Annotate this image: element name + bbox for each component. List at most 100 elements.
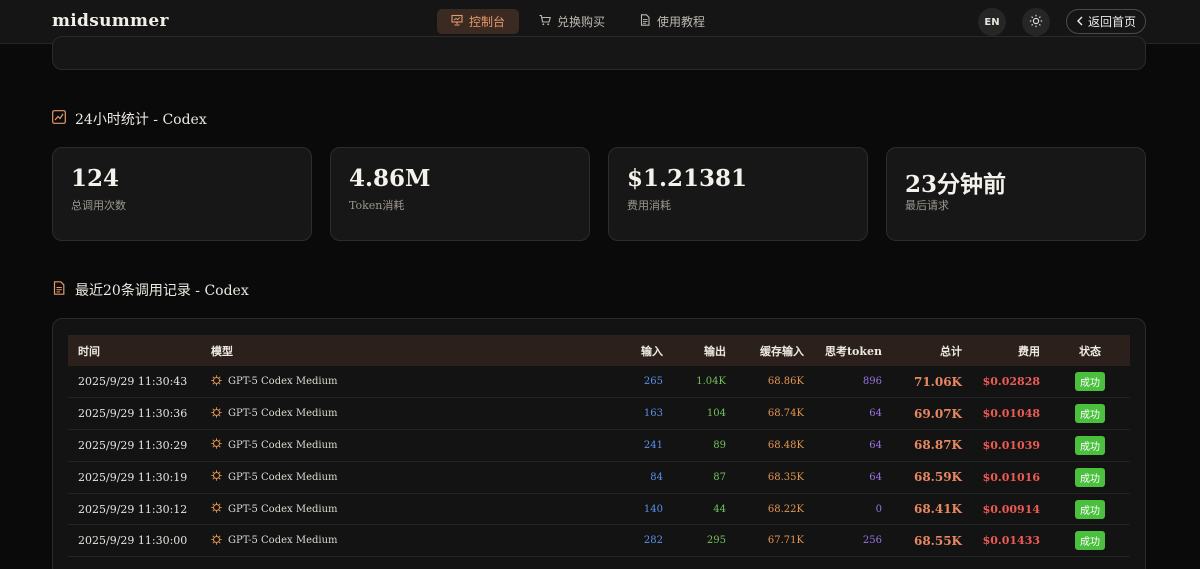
- cell-input: 140: [441, 493, 673, 526]
- stats-title-text: 24小时统计 - Codex: [75, 112, 207, 128]
- sun-icon: [1029, 14, 1043, 31]
- stat-value: 4.86M: [349, 165, 431, 192]
- cell-cost: $0.01039: [972, 429, 1050, 462]
- cell-cache-input: 67.71K: [736, 524, 814, 558]
- cell-input: 241: [441, 429, 673, 462]
- back-home-button[interactable]: 返回首页: [1066, 9, 1146, 34]
- cell-cache-input: 68.22K: [736, 493, 814, 526]
- stat-card-last-request: 23分钟前 最后请求: [886, 147, 1146, 241]
- status-badge: 成功: [1075, 372, 1105, 392]
- cell-cost: $0.01433: [972, 524, 1050, 558]
- status-badge: 成功: [1075, 499, 1105, 519]
- cell-cost: $0.01016: [972, 461, 1050, 494]
- records-section-title: 最近20条调用记录 - Codex: [52, 280, 249, 300]
- cell-model: GPT-5 Codex Medium: [201, 493, 441, 526]
- stat-card-token-usage: 4.86M Token消耗: [330, 147, 590, 241]
- cell-cost: $0.01048: [972, 397, 1050, 431]
- cell-status: 成功: [1050, 397, 1130, 431]
- stat-label: 总调用次数: [71, 199, 126, 212]
- cell-status: 成功: [1050, 493, 1130, 526]
- document-icon: [639, 14, 651, 29]
- cell-model: GPT-5 Codex Medium: [201, 366, 441, 399]
- col-cache-input: 缓存输入: [760, 344, 804, 358]
- col-think-token: 思考token: [824, 344, 882, 358]
- cell-think-token: 256: [814, 524, 892, 558]
- cell-model: GPT-5 Codex Medium: [201, 397, 441, 431]
- nav-tutorial-label: 使用教程: [657, 15, 706, 29]
- table-row[interactable]: 2025/9/29 11:30:43 GPT-5 Codex Medium 265 1…: [68, 366, 1130, 399]
- cell-model: GPT-5 Codex Medium: [201, 429, 441, 462]
- cell-time: 2025/9/29 11:30:29: [68, 429, 201, 462]
- cell-cache-input: 68.86K: [736, 366, 814, 399]
- col-total: 总计: [940, 344, 962, 358]
- model-name: GPT-5 Codex Medium: [228, 535, 338, 547]
- trend-chart-icon: [52, 110, 66, 128]
- sparkle-icon: [211, 534, 222, 548]
- cell-think-token: 0: [814, 493, 892, 526]
- previous-card: [52, 36, 1146, 70]
- cell-model: GPT-5 Codex Medium: [201, 524, 441, 558]
- cell-status: 成功: [1050, 461, 1130, 494]
- cell-input: 282: [441, 524, 673, 558]
- cell-total: 68.41K: [892, 493, 972, 526]
- status-badge: 成功: [1075, 404, 1105, 424]
- cell-time: 2025/9/29 11:30:19: [68, 461, 201, 494]
- cell-time: 2025/9/29 11:30:00: [68, 524, 201, 558]
- cell-output: 295: [673, 524, 736, 558]
- table-row[interactable]: 2025/9/29 11:30:19 GPT-5 Codex Medium 84 87…: [68, 461, 1130, 494]
- cell-think-token: 64: [814, 461, 892, 494]
- status-badge: 成功: [1075, 467, 1105, 487]
- status-badge: 成功: [1075, 435, 1105, 455]
- cell-status: 成功: [1050, 524, 1130, 558]
- cell-input: 84: [441, 461, 673, 494]
- cell-total: 68.55K: [892, 524, 972, 558]
- logo[interactable]: midsummer: [52, 11, 169, 31]
- cell-cost: $0.02828: [972, 366, 1050, 399]
- nav-dashboard[interactable]: 控制台: [437, 9, 520, 34]
- cell-input: 163: [441, 397, 673, 431]
- sparkle-icon: [211, 470, 222, 484]
- cell-total: 68.87K: [892, 429, 972, 462]
- status-badge: 成功: [1075, 531, 1105, 551]
- col-model: 模型: [211, 344, 233, 358]
- cell-status: 成功: [1050, 429, 1130, 462]
- col-status: 状态: [1079, 344, 1101, 358]
- cart-icon: [539, 14, 551, 29]
- table-row[interactable]: 2025/9/29 11:30:12 GPT-5 Codex Medium 140 4…: [68, 493, 1130, 526]
- cell-total: 68.59K: [892, 461, 972, 494]
- stat-label: 费用消耗: [627, 199, 671, 212]
- model-name: GPT-5 Codex Medium: [228, 408, 338, 420]
- cell-output: 44: [673, 493, 736, 526]
- nav-purchase[interactable]: 兑换购买: [525, 9, 619, 34]
- table-row[interactable]: 2025/9/29 11:30:00 GPT-5 Codex Medium 282 2…: [68, 524, 1130, 558]
- stat-value: 23分钟前: [905, 171, 1007, 198]
- cell-cache-input: 68.74K: [736, 397, 814, 431]
- table-row[interactable]: 2025/9/29 11:30:36 GPT-5 Codex Medium 163 1…: [68, 397, 1130, 431]
- stat-card-total-calls: 124 总调用次数: [52, 147, 312, 241]
- cell-model: GPT-5 Codex Medium: [201, 461, 441, 494]
- stat-card-cost: $1.21381 费用消耗: [608, 147, 868, 241]
- nav-tutorial[interactable]: 使用教程: [625, 9, 719, 34]
- col-output: 输出: [704, 344, 726, 358]
- sparkle-icon: [211, 374, 222, 389]
- cell-think-token: 64: [814, 429, 892, 462]
- model-name: GPT-5 Codex Medium: [228, 376, 338, 388]
- cell-total: 69.07K: [892, 397, 972, 431]
- sparkle-icon: [211, 406, 222, 421]
- language-button[interactable]: EN: [978, 8, 1006, 36]
- cell-output: 87: [673, 461, 736, 494]
- cell-think-token: 64: [814, 397, 892, 431]
- stat-label: Token消耗: [349, 199, 405, 212]
- cell-output: 1.04K: [673, 366, 736, 399]
- records-title-text: 最近20条调用记录 - Codex: [75, 283, 249, 299]
- cell-output: 104: [673, 397, 736, 431]
- model-name: GPT-5 Codex Medium: [228, 503, 338, 515]
- col-time: 时间: [78, 344, 100, 358]
- table-row[interactable]: 2025/9/29 11:30:29 GPT-5 Codex Medium 241 8…: [68, 429, 1130, 462]
- cell-time: 2025/9/29 11:30:12: [68, 493, 201, 526]
- cell-cost: $0.00914: [972, 493, 1050, 526]
- theme-toggle-button[interactable]: [1022, 8, 1050, 36]
- col-input: 输入: [641, 344, 663, 358]
- model-name: GPT-5 Codex Medium: [228, 439, 338, 451]
- main-nav: 控制台 兑换购买 使用教程: [437, 9, 719, 34]
